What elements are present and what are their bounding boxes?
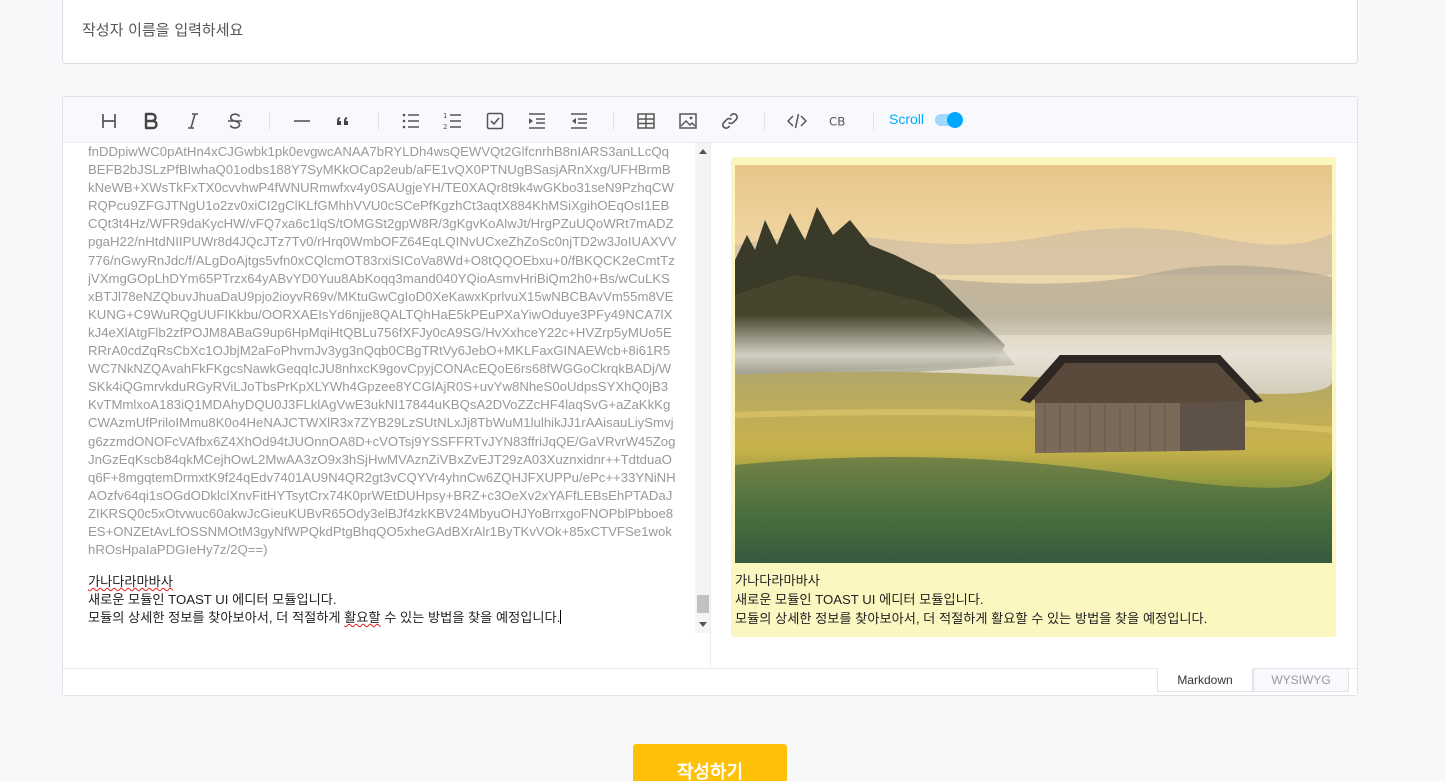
submit-button[interactable]: 작성하기 [633,744,787,781]
markdown-data-line: KUNG+C9WuRQgUUFIKkbu/OORXAEIsYd6njje8QAL… [88,306,673,322]
markdown-source-pane[interactable]: fnDDpiwWC0pAtHn4xCJGwbk1pk0evgwcANAA7bRY… [63,143,711,668]
ordered-list-icon[interactable]: 12 [441,109,465,133]
markdown-data-line: WC7NkNZQAvahFkFKgcsNawkGeqqIcJU8nhxcK9go… [88,361,672,377]
preview-line: 가나다라마바사 [735,573,820,588]
markdown-line: 모듈의 상세한 정보를 찾아보아서, 더 적절하게 활요할 수 있는 방법을 찾… [88,610,562,626]
markdown-data-line: kNeWB+XWsTkFxTX0cvvhwP4fWNURmwfxv4y0SAUg… [88,180,674,196]
scroll-sync-toggle[interactable] [935,112,963,128]
markdown-data-line: SKk4iQGmrvkduRGyRViLJoTbsPrKpXLYWh4Gpzee… [88,379,669,395]
tab-wysiwyg[interactable]: WYSIWYG [1253,668,1349,692]
toolbar-divider [378,112,379,130]
toggle-knob [947,112,963,128]
preview-line: 모듈의 상세한 정보를 찾아보아서, 더 적절하게 활요할 수 있는 방법을 찾… [735,611,1208,626]
markdown-data-line: kJ4eXlAtgFlb2zfPOJM8ABaG9up6HpMqiHtQBLu7… [88,324,672,340]
markdown-data-line: 776/nGwyRnJdc/f/ALgDoAjtgs5vfn0xCQlcmOT8… [88,252,675,268]
table-icon[interactable] [634,109,658,133]
landscape-photo [735,165,1332,563]
markdown-data-line: JnGzEqKscb84qkMCejhOwL2MwAA3zO9x3hSjHwMV… [88,451,672,467]
link-icon[interactable] [718,109,742,133]
toolbar-divider [764,112,765,130]
toolbar-divider [873,112,874,130]
scroll-down-arrow-icon[interactable] [699,622,707,627]
svg-text:2: 2 [443,123,447,131]
preview-text-body: 가나다라마바사 새로운 모듈인 TOAST UI 에디터 모듈입니다. 모듈의 … [735,571,1332,628]
scroll-sync-label: Scroll [889,111,925,127]
svg-text:CB: CB [829,115,845,129]
markdown-data-line: fnDDpiwWC0pAtHn4xCJGwbk1pk0evgwcANAA7bRY… [88,144,669,159]
preview-highlighted-block: 가나다라마바사 새로운 모듈인 TOAST UI 에디터 모듈입니다. 모듈의 … [731,157,1336,637]
markdown-data-line: hROsHpaIaPDGIeHy7z/2Q==) [88,542,268,558]
markdown-data-line: pgaH22/nHtdNIIPUWr8d4JQcJTz7Tv0/rHrq0Wmb… [88,234,677,250]
outdent-icon[interactable] [567,109,591,133]
scroll-up-arrow-icon[interactable] [699,149,707,154]
markdown-data-line: RQPcu9ZFGJTNgU1o2zv0xiCI2gClKLfGMhhVVU0c… [88,198,670,214]
bold-icon[interactable] [139,109,163,133]
hr-icon[interactable] [290,109,314,133]
markdown-data-line: RRrA0cdZqRsCbXc1OJbjM2aFoPhvmJv3yg3nQqb0… [88,343,671,359]
author-field-container [62,0,1358,64]
indent-icon[interactable] [525,109,549,133]
markdown-data-line: AOzfv64qi1sOGdODklclXnvFitHYTsytCrx74K0p… [88,487,673,503]
markdown-editor: 12 CB Scroll fnDDpiwWC0pAtHn4xCJGwbk1pk0… [62,96,1358,696]
bullet-list-icon[interactable] [399,109,423,133]
heading-icon[interactable] [97,109,121,133]
markdown-line: 가나다라마바사 [88,574,173,589]
italic-icon[interactable] [181,109,205,133]
toolbar-divider [269,112,270,130]
markdown-data-line: ES+ONZEtAvLfOSSNMOtM3gyNfWPQkdPtgBhqQO5x… [88,523,672,539]
markdown-text-body: 가나다라마바사 새로운 모듈인 TOAST UI 에디터 모듈입니다. 모듈의 … [88,573,688,627]
svg-text:1: 1 [443,112,447,120]
task-list-icon[interactable] [483,109,507,133]
toolbar-divider [613,112,614,130]
quote-icon[interactable] [332,109,356,133]
mode-switch-bar: Markdown WYSIWYG [63,668,1357,695]
author-name-input[interactable] [82,18,982,42]
markdown-data-line: BEFB2bJSLzPfBIwhaQ01odbs188Y7SyMKkOCap2e… [88,162,671,178]
markdown-data-line: ZIKRSQ0c5xOtvwuc60akwJcGieuKUBvR65Ody3el… [88,505,674,521]
markdown-image-data: fnDDpiwWC0pAtHn4xCJGwbk1pk0evgwcANAA7bRY… [88,143,688,559]
markdown-data-line: xBTJl78eNZQbuvJhuaDaU9pjo2ioyvR69v/MKtuG… [88,288,674,304]
code-icon[interactable] [785,109,809,133]
markdown-data-line: KvTMmlxoA183iQ1MDAhyDQU0J3FLklAgVwE3ukNI… [88,397,671,413]
markdown-data-line: CWAzmUfPriloIMmu8K0o4HeNAJCTWXlR3x7ZYB29… [88,415,674,431]
strike-icon[interactable] [223,109,247,133]
vertical-scrollbar[interactable] [695,143,710,633]
codeblock-icon[interactable]: CB [827,109,851,133]
markdown-data-line: CQt3t4Hz/WFR9daKycHW/vFQ7xa6c1lqS/tOMGSt… [88,216,674,232]
markdown-line: 새로운 모듈인 TOAST UI 에디터 모듈입니다. [88,592,337,608]
scrollbar-thumb[interactable] [697,595,709,613]
preview-pane: 가나다라마바사 새로운 모듈인 TOAST UI 에디터 모듈입니다. 모듈의 … [712,143,1357,668]
editor-toolbar: 12 CB Scroll [63,97,1357,143]
text-caret [560,610,562,625]
image-icon[interactable] [676,109,700,133]
preview-line: 새로운 모듈인 TOAST UI 에디터 모듈입니다. [735,592,984,607]
markdown-data-line: q6F+8mgqtemDrmxtK9f24qEdv7401AU9N4QR2gt3… [88,469,676,485]
markdown-data-line: g6zzmdONOFcVAfbx6Z4XhOd94tJUOnnOA8D+cVOT… [88,433,676,449]
markdown-data-line: jVXmgGOpLhDYm65PTrzx64yABvYD0Yuu8AbKoqq3… [88,270,670,286]
tab-markdown[interactable]: Markdown [1157,668,1253,692]
